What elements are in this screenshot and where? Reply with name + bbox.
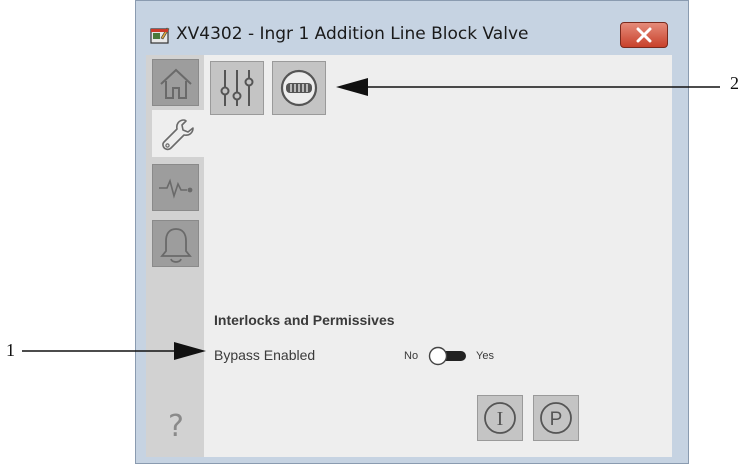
interlocks-heading: Interlocks and Permissives (214, 312, 395, 328)
bypass-dial-icon (280, 69, 318, 107)
faceplate-window: XV4302 - Ingr 1 Addition Line Block Valv… (135, 0, 689, 464)
help-icon[interactable]: ? (168, 409, 184, 444)
interlock-i-icon: I (484, 402, 516, 434)
callout-1-arrow (22, 342, 206, 360)
callout-1-label: 1 (6, 340, 15, 360)
wrench-icon (162, 119, 194, 151)
close-x-icon (636, 27, 652, 43)
title-bar: XV4302 - Ingr 1 Addition Line Block Valv… (136, 1, 688, 63)
sliders-icon (220, 70, 254, 106)
bypass-enabled-label: Bypass Enabled (214, 347, 316, 363)
bypass-button[interactable] (272, 61, 326, 115)
nav-trends-button[interactable] (152, 164, 199, 211)
interlock-glyph: I (497, 408, 504, 430)
nav-home-button[interactable] (152, 59, 199, 106)
callout-2-arrow (336, 78, 720, 96)
bypass-toggle[interactable] (426, 346, 468, 366)
home-icon (160, 68, 192, 99)
faceplate-app-icon (150, 27, 170, 44)
callout-2-label: 2 (730, 73, 739, 93)
toggle-yes-label: Yes (476, 350, 494, 362)
nav-alarms-button[interactable] (152, 220, 199, 267)
nav-maintenance-button[interactable] (152, 110, 204, 157)
permissives-button[interactable]: P (533, 395, 579, 441)
interlocks-button[interactable]: I (477, 395, 523, 441)
permissive-glyph: P (550, 409, 563, 430)
trend-icon (159, 178, 193, 199)
permissive-p-icon: P (540, 402, 572, 434)
bell-icon (160, 228, 192, 263)
parameters-button[interactable] (210, 61, 264, 115)
maintenance-panel: Interlocks and Permissives Bypass Enable… (204, 55, 672, 457)
faceplate-body: ? Interlocks and Permissives Bypass Enab… (146, 55, 672, 457)
close-button[interactable] (620, 22, 668, 48)
nav-sidebar: ? (146, 55, 204, 457)
window-title: XV4302 - Ingr 1 Addition Line Block Valv… (176, 24, 529, 44)
toggle-no-label: No (404, 350, 419, 362)
